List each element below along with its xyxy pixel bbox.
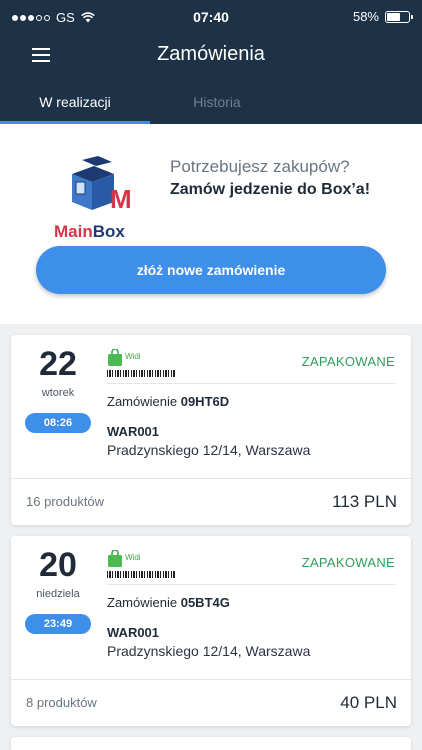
battery-percent: 58% — [352, 9, 379, 24]
shop-name: Widi — [125, 553, 141, 562]
shop-logo: Widi — [107, 349, 177, 379]
barcode-icon — [107, 370, 175, 377]
delivery-code: WAR001 — [107, 625, 160, 640]
order-number: Zamówienie 09HT6D — [107, 394, 230, 409]
order-status: ZAPAKOWANE — [301, 555, 395, 570]
divider — [107, 383, 395, 384]
shop-logo: Widi — [107, 550, 177, 580]
products-count: 16 produktów — [26, 494, 105, 509]
tab-in-progress[interactable]: W realizacji — [0, 84, 150, 124]
svg-text:M: M — [110, 184, 132, 214]
delivery-address: Pradzynskiego 12/14, Warszawa — [107, 643, 311, 659]
mainbox-logo: M MainBox — [54, 150, 136, 246]
order-card[interactable]: 22 wtorek 08:26 Widi ZAPAKOWANE Zamówien… — [11, 335, 411, 525]
battery-area: 58% — [352, 9, 413, 24]
status-bar: GS 07:40 58% — [0, 0, 422, 34]
promo-call-to-action: Zamów jedzenie do Box’a! — [170, 181, 371, 198]
mainbox-box-icon: M — [72, 156, 132, 214]
order-time-badge: 08:26 — [25, 413, 91, 433]
order-card-partial[interactable] — [11, 737, 411, 750]
products-count: 8 produktów — [26, 695, 97, 710]
order-day-number: 22 — [39, 345, 77, 383]
order-weekday: wtorek — [41, 387, 75, 399]
tab-bar: W realizacji Historia — [0, 84, 422, 124]
order-price: 113 PLN — [332, 492, 397, 511]
delivery-address: Pradzynskiego 12/14, Warszawa — [107, 442, 311, 458]
divider — [11, 478, 411, 479]
shopping-bag-icon — [108, 550, 122, 567]
shopping-bag-icon — [108, 349, 122, 366]
order-time-badge: 23:49 — [25, 614, 91, 634]
order-status: ZAPAKOWANE — [301, 354, 395, 369]
page-title: Zamówienia — [157, 43, 265, 65]
order-id: 09HT6D — [180, 394, 230, 409]
order-weekday: niedziela — [36, 588, 80, 600]
battery-icon — [385, 10, 413, 23]
promo-section: M MainBox Potrzebujesz zakupów? Zamów je… — [0, 124, 422, 324]
divider — [107, 584, 395, 585]
promo-question: Potrzebujesz zakupów? — [170, 157, 350, 176]
order-price: 40 PLN — [340, 693, 397, 712]
shop-name: Widi — [125, 352, 141, 361]
divider — [11, 679, 411, 680]
logo-wordmark: MainBox — [54, 222, 125, 241]
barcode-icon — [107, 571, 175, 578]
order-number: Zamówienie 05BT4G — [107, 595, 230, 610]
order-card[interactable]: 20 niedziela 23:49 Widi ZAPAKOWANE Zamów… — [11, 536, 411, 726]
delivery-code: WAR001 — [107, 424, 160, 439]
order-day-number: 20 — [39, 546, 77, 584]
tab-history[interactable]: Historia — [142, 84, 292, 124]
app-header: GS 07:40 58% Zamówienia W realizacji His… — [0, 0, 422, 124]
new-order-button[interactable]: złóż nowe zamówienie — [36, 246, 386, 294]
order-id: 05BT4G — [180, 595, 230, 610]
